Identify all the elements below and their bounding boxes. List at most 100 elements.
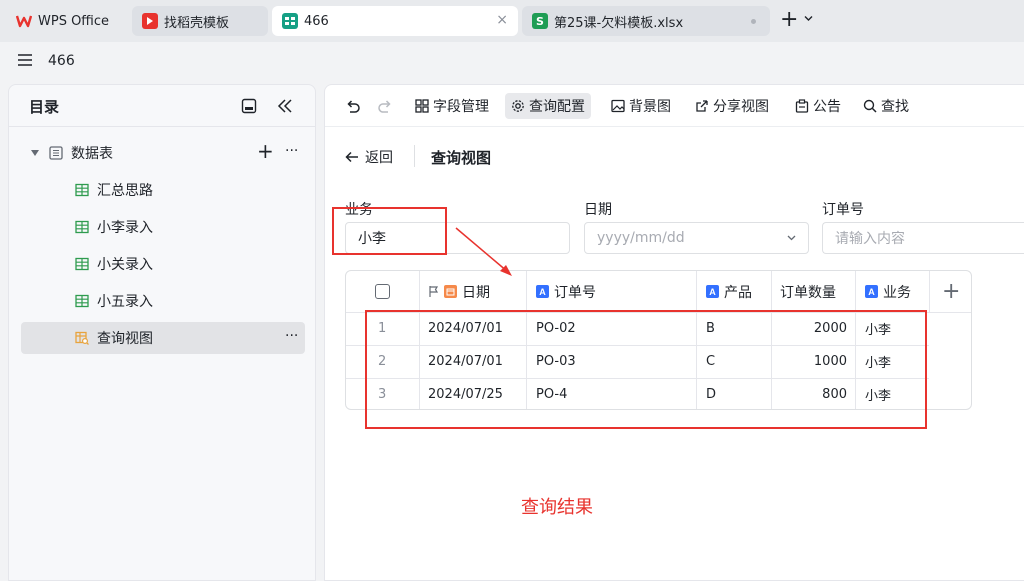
back-label: 返回	[365, 150, 393, 166]
order-filter-label: 订单号	[822, 202, 864, 218]
flag-icon	[428, 285, 440, 298]
sidebar-title: 目录	[29, 98, 60, 116]
query-config-button[interactable]: 查询配置	[505, 93, 591, 119]
annotation-box-filter	[332, 207, 447, 255]
arrow-left-icon	[345, 151, 359, 163]
tab-label: 第25课-欠料模板.xlsx	[554, 15, 684, 31]
docer-icon	[142, 13, 158, 29]
text-field-icon: A	[706, 285, 719, 298]
sidebar-item-xiaowu[interactable]: 小五录入	[21, 285, 305, 317]
gear-icon	[511, 99, 529, 113]
column-header-order[interactable]: A 订单号	[536, 271, 696, 312]
sidebar-item-summary[interactable]: 汇总思路	[21, 174, 305, 206]
toolbar-label: 背景图	[629, 99, 671, 115]
date-filter-label: 日期	[584, 202, 612, 218]
column-header-label: 日期	[462, 284, 490, 301]
more-icon[interactable]: ···	[285, 143, 298, 159]
chevron-down-icon[interactable]	[804, 15, 813, 22]
close-icon[interactable]: ×	[496, 12, 508, 28]
grid-table-icon	[75, 220, 89, 234]
background-button[interactable]: 背景图	[607, 93, 675, 119]
tab-docer[interactable]: 找稻壳模板	[132, 6, 268, 36]
sidebar-item-label: 查询视图	[97, 331, 153, 347]
field-grid-icon	[415, 99, 433, 113]
clipboard-icon	[795, 99, 813, 113]
tab-xlsx[interactable]: S 第25课-欠料模板.xlsx	[522, 6, 770, 36]
column-header-product[interactable]: A 产品	[706, 271, 771, 312]
tab-466[interactable]: 466 ×	[272, 6, 518, 36]
notice-button[interactable]: 公告	[791, 93, 845, 119]
find-button[interactable]: 查找	[859, 93, 913, 119]
grid-table-icon	[75, 257, 89, 271]
more-icon[interactable]: ···	[285, 328, 298, 344]
collapse-sidebar-icon[interactable]	[277, 98, 293, 114]
undo-icon[interactable]	[345, 98, 361, 114]
document-titlebar: 466	[0, 42, 1024, 82]
sidebar-item-label: 汇总思路	[97, 183, 153, 199]
tab-wps-office[interactable]: WPS Office	[6, 6, 128, 36]
column-header-label: 订单号	[554, 284, 596, 301]
share-view-button[interactable]: 分享视图	[691, 93, 773, 119]
redo-icon[interactable]	[377, 98, 393, 114]
caret-down-icon[interactable]	[31, 150, 39, 156]
sidebar-item-xiaoli[interactable]: 小李录入	[21, 211, 305, 243]
toolbar-label: 查询配置	[529, 99, 585, 115]
share-icon	[695, 99, 713, 113]
sidebar-item-query-view[interactable]: 查询视图 ···	[21, 322, 305, 354]
column-header-business[interactable]: A 业务	[865, 271, 929, 312]
sidebar: 目录 数据表 + ··· 汇总思路 小李录入 小关录入 小五录入 查询视图 ··…	[8, 84, 316, 581]
column-header-label: 产品	[724, 284, 752, 301]
select-all-checkbox[interactable]	[375, 284, 390, 299]
date-filter-placeholder: yyyy/mm/dd	[597, 230, 685, 246]
sidebar-item-label: 小五录入	[97, 294, 153, 310]
date-field-icon	[444, 285, 457, 298]
chevron-down-icon	[787, 235, 796, 241]
toolbar-label: 字段管理	[433, 99, 489, 115]
date-filter-input[interactable]: yyyy/mm/dd	[584, 222, 809, 254]
add-icon[interactable]: +	[257, 139, 274, 163]
new-tab-button[interactable]: +	[780, 8, 798, 32]
col-divider	[929, 271, 930, 312]
spreadsheet-icon: S	[532, 13, 548, 29]
wps-logo-icon	[16, 14, 32, 28]
tab-label: 466	[304, 13, 329, 29]
unsaved-dot-icon	[751, 19, 756, 24]
toolbar-label: 公告	[813, 99, 841, 115]
annotation-label: 查询结果	[521, 497, 593, 518]
grid-table-icon	[75, 183, 89, 197]
field-manage-button[interactable]: 字段管理	[411, 93, 493, 119]
panel-icon[interactable]	[241, 98, 257, 114]
menu-icon[interactable]	[18, 54, 32, 66]
sidebar-header: 目录	[9, 85, 315, 127]
column-header-label: 业务	[883, 284, 911, 301]
annotation-box-results	[365, 310, 927, 429]
grid-table-icon	[75, 294, 89, 308]
datasheet-icon	[49, 146, 63, 160]
tab-label: WPS Office	[38, 13, 110, 29]
document-title: 466	[48, 53, 75, 69]
column-header-label: 订单数量	[780, 284, 836, 301]
divider	[414, 145, 415, 167]
sidebar-item-label: 小关录入	[97, 257, 153, 273]
tab-label: 找稻壳模板	[164, 15, 230, 31]
annotation-arrow	[455, 227, 512, 276]
tree-root-label: 数据表	[71, 146, 113, 162]
add-column-button[interactable]: +	[942, 271, 962, 312]
view-title: 查询视图	[431, 149, 492, 167]
back-button[interactable]: 返回	[345, 147, 393, 167]
sidebar-item-xiaoguan[interactable]: 小关录入	[21, 248, 305, 280]
sidebar-item-label: 小李录入	[97, 220, 153, 236]
toolbar: 字段管理 查询配置 背景图 分享视图 公告 查找	[325, 85, 1024, 127]
search-icon	[863, 99, 881, 113]
column-header-qty[interactable]: 订单数量	[780, 271, 855, 312]
text-field-icon: A	[536, 285, 549, 298]
tab-bar: WPS Office 找稻壳模板 466 × S 第25课-欠料模板.xlsx …	[0, 0, 1024, 42]
tree-root-datasheet[interactable]: 数据表 + ···	[21, 137, 305, 169]
dbsheet-icon	[282, 13, 298, 29]
order-filter-input[interactable]: 请输入内容	[822, 222, 1024, 254]
image-icon	[611, 99, 629, 113]
toolbar-label: 分享视图	[713, 99, 769, 115]
query-view-icon	[75, 331, 89, 345]
order-filter-placeholder: 请输入内容	[835, 231, 905, 247]
toolbar-label: 查找	[881, 99, 909, 115]
